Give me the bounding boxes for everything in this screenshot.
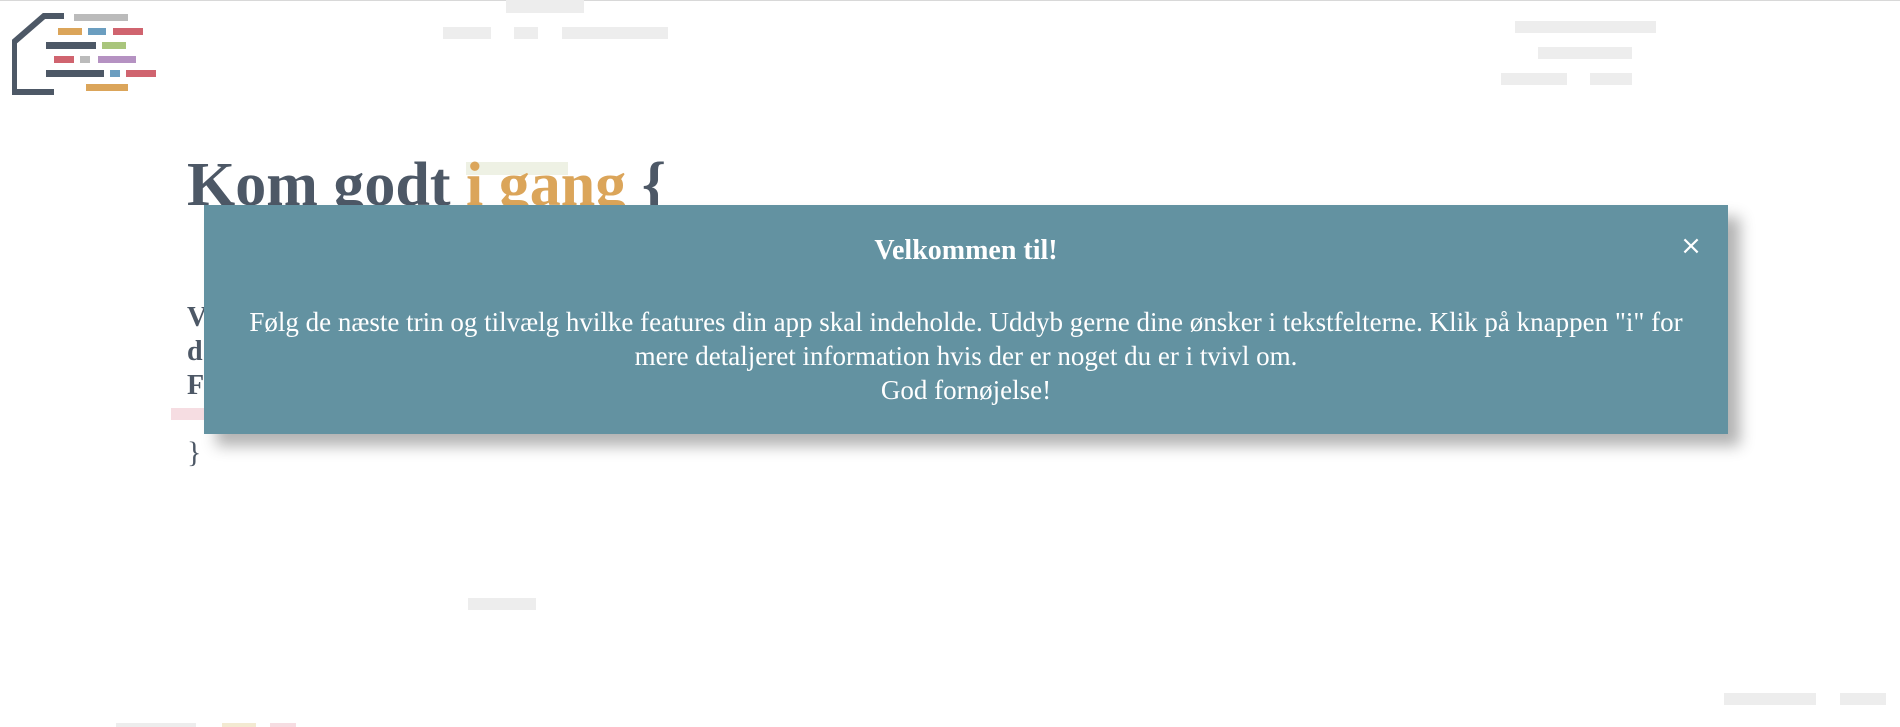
modal-greeting: God fornøjelse!	[880, 375, 1052, 405]
close-icon[interactable]: ×	[1676, 231, 1706, 261]
footer-placeholder	[222, 723, 256, 727]
account-placeholder	[1501, 73, 1567, 85]
content-placeholder	[468, 598, 536, 610]
footer-placeholder	[270, 723, 296, 727]
nav-placeholder	[506, 0, 584, 13]
footer-placeholder	[116, 723, 196, 727]
account-placeholder	[1538, 47, 1632, 59]
top-border	[0, 0, 1900, 1]
intro-text-fragment: d	[187, 336, 203, 367]
footer-placeholder	[1724, 693, 1816, 705]
modal-instructions: Følg de næste trin og tilvælg hvilke fea…	[249, 307, 1683, 371]
modal-body: Følg de næste trin og tilvælg hvilke fea…	[244, 305, 1688, 407]
modal-title: Velkommen til!	[874, 235, 1058, 266]
nav-placeholder	[443, 27, 491, 39]
code-logo-icon[interactable]	[12, 12, 162, 96]
welcome-modal: Velkommen til! × Følg de næste trin og t…	[204, 205, 1728, 434]
highlight-placeholder	[171, 408, 207, 420]
nav-placeholder	[514, 27, 538, 39]
closing-brace: }	[187, 436, 202, 469]
intro-text-fragment: F	[187, 370, 205, 401]
footer-placeholder	[1840, 693, 1886, 705]
account-placeholder	[1515, 21, 1656, 33]
account-placeholder	[1590, 73, 1632, 85]
nav-placeholder	[562, 27, 668, 39]
